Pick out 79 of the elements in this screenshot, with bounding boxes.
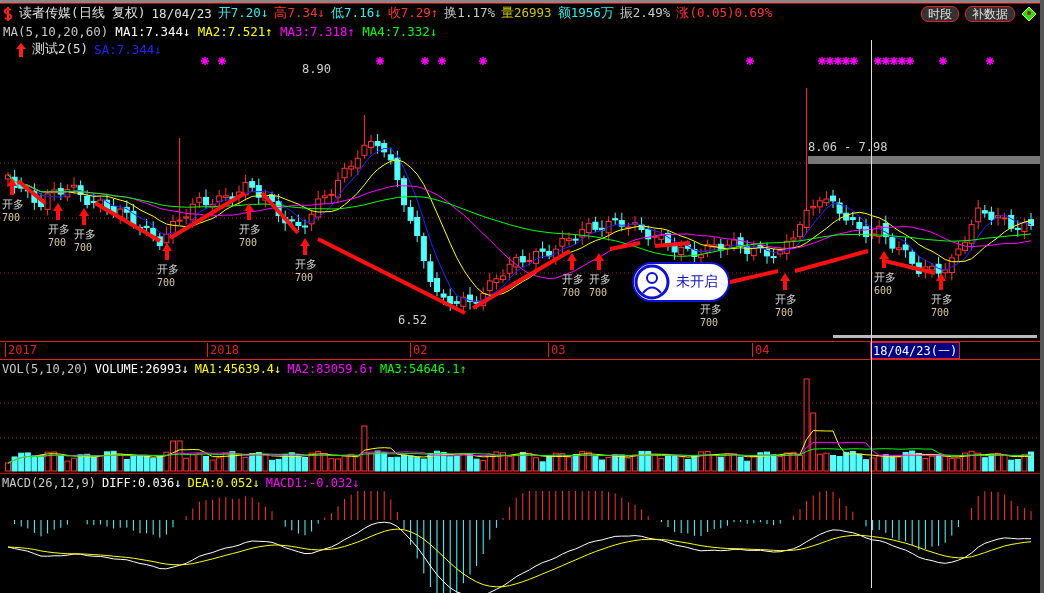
quote-value: 收7.29↑ [387,5,439,22]
diamond-icon[interactable] [1021,5,1037,22]
ma-legend-item: MA2:7.521↑ [197,24,273,39]
quote-value: 振2.49% [619,5,671,22]
up-arrow-icon [7,178,17,195]
status-label: 未开启 [676,273,718,291]
toolbar-button[interactable]: 时段 [921,5,959,22]
axis-label: 02 [410,343,428,357]
signal-quantity: 700 [157,277,176,288]
macd-legend-item: MACD(26,12,9) [2,475,96,490]
signal-quantity: 700 [931,307,950,318]
axis-label: 03 [548,343,566,357]
up-arrow-icon [16,42,26,57]
up-arrow-icon [780,273,790,290]
cursor-date: 18/04/23(一) [870,342,961,359]
volume-legend-item: MA2:83059.6↑ [287,361,375,376]
up-arrow-icon [594,253,604,270]
volume-legend-item: VOLUME:26993↓ [94,361,189,376]
signal-quantity: 700 [2,212,21,223]
signal-label: 开多 [2,198,24,211]
ma-legend-item: MA(5,10,20,60) [3,24,109,39]
macd-legend-item: MACD1:-0.032↓ [265,475,360,490]
volume-legend-item: MA3:54646.1↑ [380,361,467,376]
ma-legend-item: MA3:7.318↑ [279,24,356,39]
signal-label: 开多 [157,263,179,276]
up-arrow-icon [79,208,89,225]
macd-legend-item: DIFF:0.036↓ [101,475,182,490]
up-arrow-icon [936,273,946,290]
signal-quantity: 700 [700,317,719,328]
quote-value: 开7.20↓ [217,5,269,22]
signal-label: 开多 [589,273,611,286]
signal-quantity: 700 [295,272,314,283]
signal-quantity: 700 [589,287,608,298]
quote-date: 18/04/23 [151,6,212,21]
signal-label: 开多 [700,303,722,316]
price-label: 8.90 [302,62,331,76]
signal-label: 开多 [295,258,317,271]
signal-label: 开多 [931,293,953,306]
quote-value: 涨(0.05)0.69% [676,5,773,22]
up-arrow-icon [567,253,577,270]
user-icon [634,264,670,300]
macd-legend-item: DEA:0.052↓ [187,475,260,490]
signal-label: 开多 [874,271,896,284]
indicator-name: 测试2(5) [32,41,89,58]
price-label: 6.52 [398,313,427,327]
scrollbar[interactable] [833,335,1037,338]
volume-legend-item: MA1:45639.4↓ [194,361,282,376]
signal-label: 开多 [239,223,261,236]
volume-legend-item: VOL(5,10,20) [2,361,89,376]
ma-legend-item: MA4:7.332↓ [362,24,438,39]
signal-quantity: 700 [562,287,581,298]
signal-label: 开多 [775,293,797,306]
signal-label: 开多 [562,273,584,286]
signal-quantity: 600 [874,285,893,296]
signal-label: 开多 [48,223,70,236]
up-arrow-icon [300,238,310,255]
axis-label: 04 [752,343,770,357]
signal-label: 开多 [74,228,96,241]
up-arrow-icon [244,203,254,220]
quote-value: 高7.34↓ [274,5,326,22]
up-arrow-icon [162,243,172,260]
axis-label: 2017 [5,343,37,357]
dollar-icon [3,6,13,21]
toolbar-button[interactable]: 补数据 [965,5,1015,22]
quote-value: 换1.17% [444,5,495,22]
status-pill[interactable]: 未开启 [632,262,730,302]
stock-name: 读者传媒(日线 复权) [19,5,146,22]
signal-quantity: 700 [48,237,67,248]
signal-quantity: 700 [239,237,258,248]
signal-quantity: 700 [74,242,93,253]
quote-value: 量26993 [501,5,552,22]
up-arrow-icon [879,251,889,268]
quote-value: 低7.16↓ [331,5,382,22]
indicator-value: SA:7.344↓ [94,42,162,57]
ma-legend-item: MA1:7.344↓ [115,24,191,39]
axis-label: 2018 [207,343,239,357]
signal-quantity: 700 [775,307,794,318]
quote-value: 额1956万 [557,5,614,22]
up-arrow-icon [53,203,63,220]
